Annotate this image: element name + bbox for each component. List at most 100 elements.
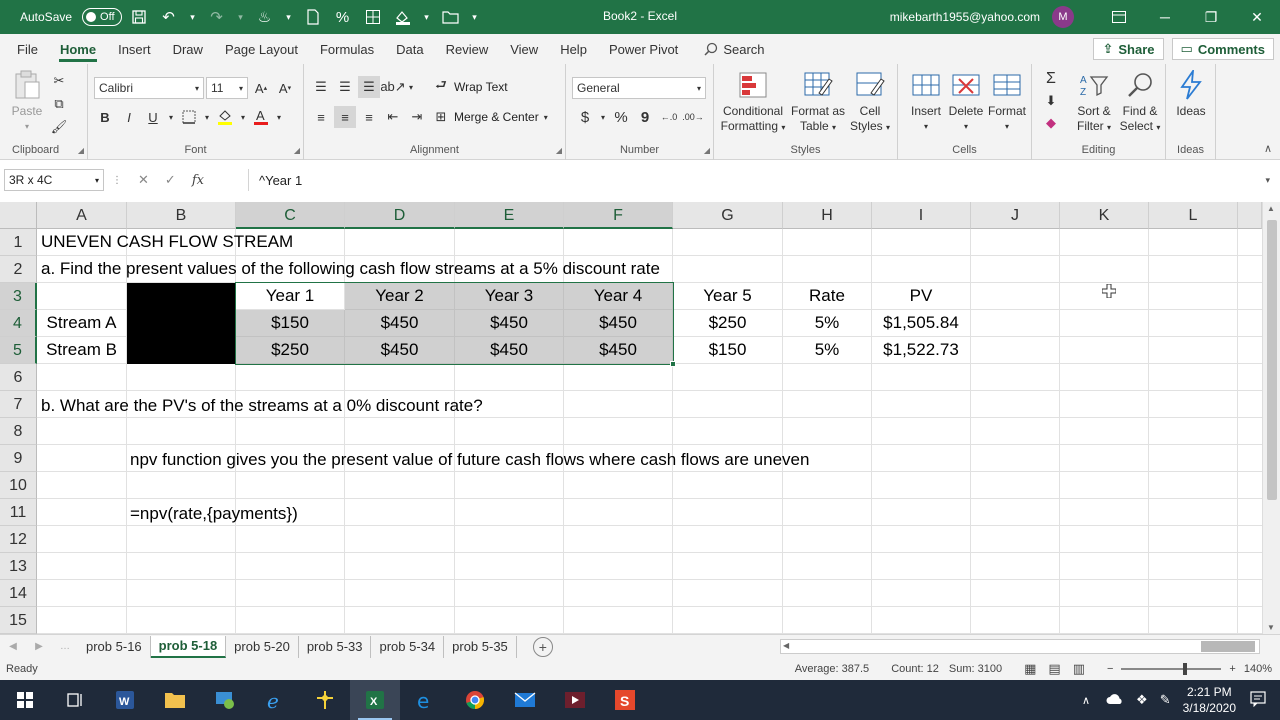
- cell-a1[interactable]: UNEVEN CASH FLOW STREAM: [41, 232, 293, 252]
- clear-icon[interactable]: ◆: [1040, 112, 1062, 134]
- scroll-down-icon[interactable]: ▼: [1267, 623, 1275, 632]
- enter-icon[interactable]: ✓: [165, 172, 176, 188]
- cell-a5[interactable]: Stream B: [37, 337, 127, 364]
- paste-dropdown-icon[interactable]: ▾: [8, 119, 46, 134]
- cell-i5[interactable]: $1,522.73: [872, 337, 971, 364]
- status-average[interactable]: Average: 387.5: [795, 663, 869, 675]
- wrap-text-icon[interactable]: ⮐: [430, 76, 452, 98]
- pinned-app-icon[interactable]: [300, 680, 350, 720]
- currency-dropdown-icon[interactable]: ▾: [598, 106, 608, 128]
- align-right-icon[interactable]: ≡: [358, 106, 380, 128]
- chrome-icon[interactable]: [450, 680, 500, 720]
- tab-page-layout[interactable]: Page Layout: [214, 34, 309, 64]
- zoom-slider-thumb[interactable]: [1183, 663, 1188, 675]
- cell-d3[interactable]: Year 2: [345, 283, 455, 310]
- collapse-ribbon-icon[interactable]: ∧: [1264, 142, 1272, 155]
- word-app-icon[interactable]: W: [100, 680, 150, 720]
- task-view-icon[interactable]: [50, 680, 100, 720]
- row-header-9[interactable]: 9: [0, 445, 37, 472]
- formula-input[interactable]: ^Year 1 ▾: [248, 169, 1276, 191]
- cell-g4[interactable]: $250: [673, 310, 783, 337]
- name-box[interactable]: 3R x 4C ▾: [4, 169, 104, 191]
- cell-b11[interactable]: =npv(rate,{payments}): [130, 504, 298, 524]
- cell-d4[interactable]: $450: [345, 310, 455, 337]
- vertical-scrollbar[interactable]: ▲ ▼: [1262, 202, 1280, 634]
- cell-g5[interactable]: $150: [673, 337, 783, 364]
- cell-b9[interactable]: npv function gives you the present value…: [130, 450, 809, 470]
- notification-icon[interactable]: [1250, 690, 1266, 710]
- percent-icon[interactable]: %: [330, 5, 356, 29]
- sheet-list-icon[interactable]: …: [52, 641, 78, 652]
- tab-data[interactable]: Data: [385, 34, 434, 64]
- find-select-button[interactable]: Find & Select ▾: [1118, 70, 1162, 135]
- cell-c3[interactable]: Year 1: [236, 283, 345, 310]
- orientation-dropdown-icon[interactable]: ▾: [406, 76, 416, 98]
- number-launcher-icon[interactable]: ◢: [704, 146, 710, 155]
- sheet-tab-prob-5-33[interactable]: prob 5-33: [299, 635, 372, 658]
- merge-center-button[interactable]: Merge & Center: [454, 110, 539, 124]
- macro-icon[interactable]: ♨: [252, 5, 278, 29]
- zoom-level[interactable]: 140%: [1244, 663, 1272, 675]
- undo-icon[interactable]: ↶: [156, 5, 182, 29]
- column-header-f[interactable]: F: [564, 202, 673, 229]
- horizontal-scroll-thumb[interactable]: [1201, 641, 1255, 652]
- cell-e3[interactable]: Year 3: [455, 283, 564, 310]
- share-button[interactable]: ⇪ Share: [1093, 38, 1164, 60]
- row-header-1[interactable]: 1: [0, 229, 37, 256]
- align-top-icon[interactable]: ☰: [310, 76, 332, 98]
- restore-icon[interactable]: ❐: [1188, 0, 1234, 34]
- percent-style-icon[interactable]: %: [610, 106, 632, 128]
- status-count[interactable]: Count: 12: [891, 663, 939, 675]
- scroll-left-icon[interactable]: ◀: [783, 641, 789, 650]
- horizontal-scrollbar[interactable]: ◀: [780, 639, 1260, 654]
- increase-decimal-icon[interactable]: ←.0: [658, 106, 680, 128]
- cell-h5[interactable]: 5%: [783, 337, 872, 364]
- undo-dropdown-icon[interactable]: ▾: [186, 5, 200, 29]
- user-email[interactable]: mikebarth1955@yahoo.com: [890, 10, 1040, 24]
- cell-a2[interactable]: a. Find the present values of the follow…: [41, 259, 660, 279]
- cell-c5[interactable]: $250: [236, 337, 345, 364]
- orientation-icon[interactable]: ab↗: [380, 76, 405, 98]
- underline-dropdown-icon[interactable]: ▾: [166, 106, 176, 128]
- cut-icon[interactable]: ✂: [48, 70, 70, 92]
- close-icon[interactable]: ✕: [1234, 0, 1280, 34]
- cell-a7[interactable]: b. What are the PV's of the streams at a…: [41, 396, 483, 416]
- cancel-icon[interactable]: ✕: [138, 172, 149, 188]
- row-header-15[interactable]: 15: [0, 607, 37, 634]
- sort-filter-button[interactable]: AZ Sort & Filter ▾: [1072, 70, 1116, 135]
- tab-review[interactable]: Review: [435, 34, 500, 64]
- screencast-app-icon[interactable]: S: [600, 680, 650, 720]
- row-header-7[interactable]: 7: [0, 391, 37, 418]
- cell-i4[interactable]: $1,505.84: [872, 310, 971, 337]
- fill-icon[interactable]: ⬇: [1040, 90, 1062, 112]
- redo-dropdown-icon[interactable]: ▾: [234, 5, 248, 29]
- view-page-break-icon[interactable]: ▥: [1073, 661, 1085, 677]
- row-header-10[interactable]: 10: [0, 472, 37, 499]
- tab-insert[interactable]: Insert: [107, 34, 162, 64]
- column-header-h[interactable]: H: [783, 202, 872, 229]
- sheet-tab-prob-5-35[interactable]: prob 5-35: [444, 635, 517, 658]
- fill-handle[interactable]: [670, 361, 676, 367]
- fill-color-qat-icon[interactable]: [390, 5, 416, 29]
- add-sheet-icon[interactable]: +: [532, 636, 553, 657]
- column-header-c[interactable]: C: [236, 202, 345, 229]
- tab-home[interactable]: Home: [49, 34, 107, 64]
- tab-file[interactable]: File: [6, 34, 49, 64]
- view-page-layout-icon[interactable]: ▤: [1048, 661, 1060, 677]
- internet-explorer-icon[interactable]: e: [250, 680, 300, 720]
- column-header-b[interactable]: B: [127, 202, 236, 229]
- tray-overflow-icon[interactable]: ∧: [1082, 694, 1090, 707]
- cell-h4[interactable]: 5%: [783, 310, 872, 337]
- tab-help[interactable]: Help: [549, 34, 598, 64]
- fill-dropdown-icon[interactable]: ▾: [420, 5, 434, 29]
- font-color-icon[interactable]: A: [250, 106, 272, 128]
- currency-icon[interactable]: $: [574, 106, 596, 128]
- font-name-combo[interactable]: Calibri ▾: [94, 77, 204, 99]
- column-header-l[interactable]: L: [1149, 202, 1238, 229]
- column-header-a[interactable]: A: [37, 202, 127, 229]
- fill-color-icon[interactable]: [214, 106, 236, 128]
- row-header-4[interactable]: 4: [0, 310, 37, 337]
- cell-c4[interactable]: $150: [236, 310, 345, 337]
- cell-e5[interactable]: $450: [455, 337, 564, 364]
- tab-view[interactable]: View: [499, 34, 549, 64]
